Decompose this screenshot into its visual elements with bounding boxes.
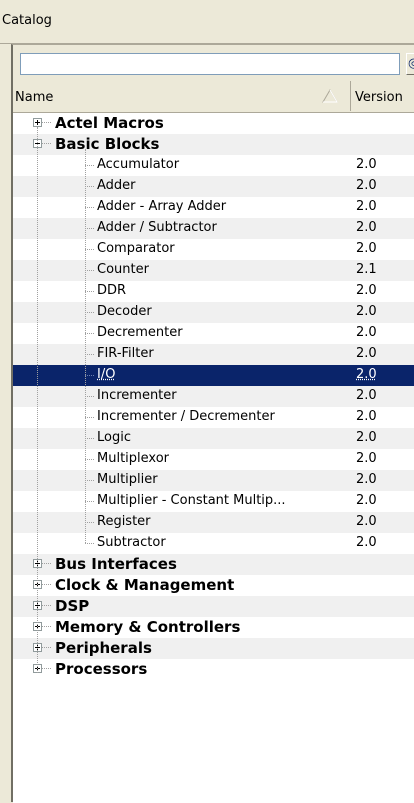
column-header-version[interactable]: Version: [353, 81, 414, 111]
tree-item-row[interactable]: Counter 2.1: [13, 260, 414, 281]
column-header-name[interactable]: Name: [13, 81, 351, 111]
tree-item-label: Incrementer: [97, 388, 177, 403]
tree-item-version: 2.0: [356, 451, 377, 466]
tree-item-version: 2.0: [356, 388, 377, 403]
tree-item-row[interactable]: Adder 2.0: [13, 176, 414, 197]
tree-item-row[interactable]: Decoder 2.0: [13, 302, 414, 323]
tree-item-version: 2.0: [356, 409, 377, 424]
tree-item-row[interactable]: Decrementer 2.0: [13, 323, 414, 344]
tree-category-row[interactable]: Memory & Controllers: [13, 617, 414, 638]
tree-category-label: Processors: [55, 660, 148, 678]
tree-item-version: 2.0: [356, 241, 377, 256]
tree-item-version: 2.0: [356, 325, 377, 340]
expand-icon[interactable]: [33, 118, 42, 127]
tree-item-version: 2.0: [356, 346, 377, 361]
tree-item-label: Subtractor: [97, 535, 166, 550]
tree-category-row[interactable]: DSP: [13, 596, 414, 617]
tree-item-label: Accumulator: [97, 157, 180, 172]
tree-item-row[interactable]: Register 2.0: [13, 512, 414, 533]
tree-item-version: 2.0: [356, 430, 377, 445]
catalog-frame: ◎ Name Version Actel Macros Basic Blocks A…: [11, 44, 414, 803]
tree-item-version: 2.0: [356, 472, 377, 487]
tree-item-label: Comparator: [97, 241, 175, 256]
tree-category-label: DSP: [55, 597, 90, 615]
tree-item-version: 2.0: [356, 493, 377, 508]
tree-item-row[interactable]: Multiplier - Constant Multip... 2.0: [13, 491, 414, 512]
tree-item-version: 2.0: [356, 178, 377, 193]
tree-item-row[interactable]: Multiplier 2.0: [13, 470, 414, 491]
tree-category-label: Basic Blocks: [55, 135, 160, 153]
sort-ascending-icon: [322, 89, 338, 103]
tree-item-label: Multiplier - Constant Multip...: [97, 493, 286, 508]
tree-category-row[interactable]: Basic Blocks: [13, 134, 414, 155]
tree-item-row[interactable]: Subtractor 2.0: [13, 533, 414, 554]
tree-item-version: 2.0: [356, 220, 377, 235]
column-header: Name Version: [13, 81, 414, 113]
tree-item-label: Adder: [97, 178, 136, 193]
tree-category-label: Memory & Controllers: [55, 618, 241, 636]
tree-item-label: Adder - Array Adder: [97, 199, 227, 214]
tree-category-row[interactable]: Processors: [13, 659, 414, 680]
tree-item-version: 2.0: [356, 514, 377, 529]
tree-item-version: 2.1: [356, 262, 377, 277]
tree-item-row[interactable]: Logic 2.0: [13, 428, 414, 449]
tree-item-label: Incrementer / Decrementer: [97, 409, 275, 424]
catalog-panel-title: Catalog: [0, 0, 414, 44]
catalog-tree: Actel Macros Basic Blocks Accumulator 2.0 Ad…: [13, 113, 414, 803]
tree-item-version: 2.0: [356, 367, 377, 382]
search-bar: ◎: [13, 45, 414, 82]
tree-item-label: Multiplexor: [97, 451, 170, 466]
tree-item-label: Counter: [97, 262, 149, 277]
tree-item-label: Decrementer: [97, 325, 183, 340]
tree-category-row[interactable]: Actel Macros: [13, 113, 414, 134]
tree-item-row[interactable]: Adder / Subtractor 2.0: [13, 218, 414, 239]
tree-category-label: Peripherals: [55, 639, 152, 657]
tree-item-label: Register: [97, 514, 151, 529]
tree-item-label: I/O: [97, 367, 116, 382]
tree-item-label: Logic: [97, 430, 131, 445]
tree-item-label: Adder / Subtractor: [97, 220, 217, 235]
tree-item-row-selected[interactable]: I/O 2.0: [13, 365, 414, 386]
tree-item-version: 2.0: [356, 283, 377, 298]
panel-title-text: Catalog: [2, 13, 52, 28]
tree-item-version: 2.0: [356, 157, 377, 172]
tree-item-label: Decoder: [97, 304, 152, 319]
tree-item-row[interactable]: Adder - Array Adder 2.0: [13, 197, 414, 218]
search-input[interactable]: [20, 53, 400, 75]
column-header-name-label: Name: [15, 90, 54, 105]
tree-item-row[interactable]: Incrementer 2.0: [13, 386, 414, 407]
tree-item-label: Multiplier: [97, 472, 158, 487]
tree-category-row[interactable]: Clock & Management: [13, 575, 414, 596]
tree-category-label: Bus Interfaces: [55, 555, 177, 573]
tree-category-row[interactable]: Peripherals: [13, 638, 414, 659]
tree-item-row[interactable]: FIR-Filter 2.0: [13, 344, 414, 365]
tree-item-row[interactable]: Multiplexor 2.0: [13, 449, 414, 470]
search-button[interactable]: ◎: [406, 53, 414, 75]
tree-item-label: FIR-Filter: [97, 346, 154, 361]
search-icon: ◎: [408, 56, 414, 71]
tree-category-label: Actel Macros: [55, 114, 164, 132]
tree-item-version: 2.0: [356, 199, 377, 214]
tree-item-version: 2.0: [356, 535, 377, 550]
tree-category-row[interactable]: Bus Interfaces: [13, 554, 414, 575]
tree-item-row[interactable]: Comparator 2.0: [13, 239, 414, 260]
column-header-version-label: Version: [355, 90, 403, 105]
tree-item-label: DDR: [97, 283, 127, 298]
tree-item-version: 2.0: [356, 304, 377, 319]
tree-category-label: Clock & Management: [55, 576, 235, 594]
tree-item-row[interactable]: DDR 2.0: [13, 281, 414, 302]
tree-item-row[interactable]: Accumulator 2.0: [13, 155, 414, 176]
tree-item-row[interactable]: Incrementer / Decrementer 2.0: [13, 407, 414, 428]
